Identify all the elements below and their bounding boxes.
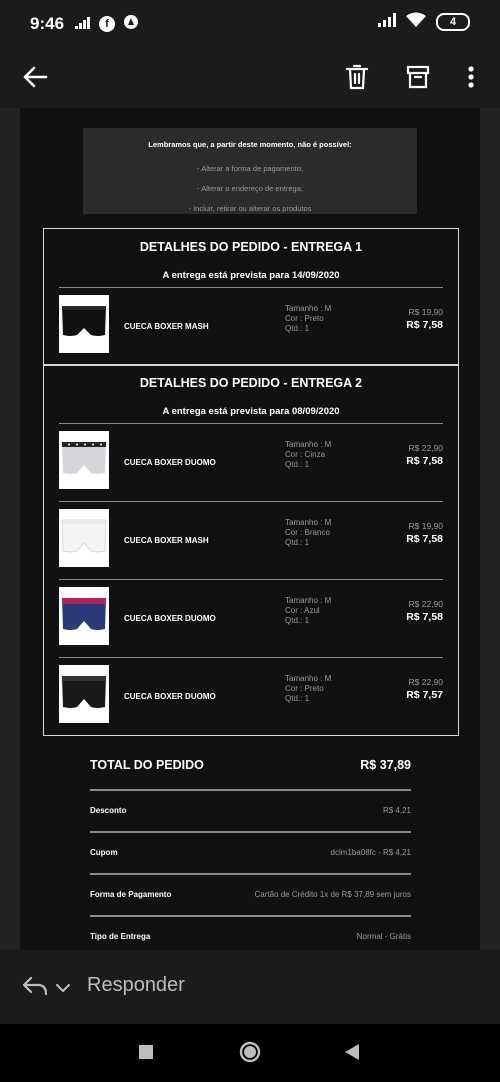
summary-label: Forma de Pagamento bbox=[90, 890, 172, 899]
item-name: CUECA BOXER DUOMO bbox=[124, 691, 216, 701]
delivery-1-box: DETALHES DO PEDIDO - ENTREGA 1 A entrega… bbox=[43, 228, 459, 366]
order-item[interactable]: CUECA BOXER MASH Tamanho : M Cor : Preto… bbox=[44, 287, 458, 365]
order-item[interactable]: CUECA BOXER DUOMO Tamanho : M Cor : Pret… bbox=[44, 657, 458, 735]
item-name: CUECA BOXER DUOMO bbox=[124, 457, 216, 467]
notice-box: Lembramos que, a partir deste momento, n… bbox=[83, 128, 417, 214]
facebook-icon: f bbox=[99, 16, 115, 32]
divider bbox=[90, 873, 411, 875]
summary-value: dclm1ba08fc - R$ 4,21 bbox=[330, 848, 412, 857]
divider bbox=[90, 915, 411, 917]
item-price: R$ 7,57 bbox=[406, 689, 443, 701]
order-total-row: TOTAL DO PEDIDO R$ 37,89 bbox=[90, 758, 411, 776]
item-name: CUECA BOXER MASH bbox=[124, 535, 209, 545]
delivery-title: DETALHES DO PEDIDO - ENTREGA 1 bbox=[139, 240, 363, 254]
item-color: Cor : Preto bbox=[285, 684, 324, 693]
item-name: CUECA BOXER MASH bbox=[124, 321, 209, 331]
item-name: CUECA BOXER DUOMO bbox=[124, 613, 216, 623]
delivery-title: DETALHES DO PEDIDO - ENTREGA 2 bbox=[139, 376, 363, 390]
product-image[interactable] bbox=[59, 431, 109, 489]
item-qty: Qtd.: 1 bbox=[285, 694, 310, 703]
item-size: Tamanho : M bbox=[285, 304, 332, 313]
item-old-price: R$ 22,90 bbox=[408, 443, 444, 453]
item-old-price: R$ 22,90 bbox=[408, 677, 444, 687]
notice-line: - Alterar o endereço de entrega; bbox=[197, 184, 303, 193]
divider bbox=[90, 831, 411, 833]
reply-bar: Responder bbox=[0, 950, 500, 1024]
summary-row-cupom: Cupom dclm1ba08fc - R$ 4,21 bbox=[90, 848, 411, 860]
item-price: R$ 7,58 bbox=[406, 611, 443, 623]
summary-row-desconto: Desconto R$ 4,21 bbox=[90, 806, 411, 818]
delivery-date: A entrega está prevista para 08/09/2020 bbox=[162, 406, 340, 417]
summary-label: Tipo de Entrega bbox=[90, 932, 151, 941]
home-icon[interactable] bbox=[239, 1041, 261, 1068]
order-item[interactable]: CUECA BOXER MASH Tamanho : M Cor : Branc… bbox=[44, 501, 458, 579]
wifi-icon bbox=[406, 12, 426, 32]
product-image[interactable] bbox=[59, 295, 109, 353]
back-arrow-icon[interactable] bbox=[14, 56, 56, 98]
email-body[interactable]: Lembramos que, a partir deste momento, n… bbox=[0, 108, 500, 950]
back-icon[interactable] bbox=[345, 1044, 359, 1065]
summary-label: Cupom bbox=[90, 848, 118, 857]
notice-line: - Incluir, retirar ou alterar os produto… bbox=[188, 204, 312, 213]
email-app-bar bbox=[0, 46, 500, 108]
item-color: Cor : Cinza bbox=[285, 450, 326, 459]
item-price: R$ 7,58 bbox=[406, 455, 443, 467]
summary-value: Normal - Grátis bbox=[356, 932, 411, 941]
status-bar: 9:46 f 4 bbox=[0, 0, 500, 46]
product-image[interactable] bbox=[59, 509, 109, 567]
more-vert-icon[interactable] bbox=[450, 56, 492, 98]
notification-app-icon bbox=[123, 14, 139, 34]
order-item[interactable]: CUECA BOXER DUOMO Tamanho : M Cor : Azul… bbox=[44, 579, 458, 657]
summary-value: Cartão de Crédito 1x de R$ 37,89 sem jur… bbox=[254, 890, 411, 899]
notice-title: Lembramos que, a partir deste momento, n… bbox=[148, 140, 352, 149]
item-old-price: R$ 19,90 bbox=[408, 307, 444, 317]
item-size: Tamanho : M bbox=[285, 674, 332, 683]
item-qty: Qtd.: 1 bbox=[285, 324, 310, 333]
item-qty: Qtd.: 1 bbox=[285, 538, 310, 547]
chevron-down-icon[interactable] bbox=[56, 980, 70, 998]
summary-label: Desconto bbox=[90, 806, 127, 815]
product-image[interactable] bbox=[59, 665, 109, 723]
delete-icon[interactable] bbox=[336, 56, 378, 98]
item-color: Cor : Preto bbox=[285, 314, 324, 323]
reply-button[interactable]: Responder bbox=[87, 974, 185, 997]
item-size: Tamanho : M bbox=[285, 440, 332, 449]
battery-icon: 4 bbox=[436, 13, 470, 31]
delivery-2-box: DETALHES DO PEDIDO - ENTREGA 2 A entrega… bbox=[43, 364, 459, 736]
order-item[interactable]: CUECA BOXER DUOMO Tamanho : M Cor : Cinz… bbox=[44, 423, 458, 501]
item-qty: Qtd.: 1 bbox=[285, 616, 310, 625]
item-price: R$ 7,58 bbox=[406, 533, 443, 545]
divider bbox=[90, 789, 411, 791]
item-size: Tamanho : M bbox=[285, 596, 332, 605]
recents-icon[interactable] bbox=[139, 1045, 153, 1064]
summary-value: R$ 4,21 bbox=[382, 806, 411, 815]
item-color: Cor : Azul bbox=[285, 606, 320, 615]
item-size: Tamanho : M bbox=[285, 518, 332, 527]
item-old-price: R$ 19,90 bbox=[408, 521, 444, 531]
item-color: Cor : Branco bbox=[285, 528, 330, 537]
order-total-value: R$ 37,89 bbox=[360, 758, 411, 772]
product-image[interactable] bbox=[59, 587, 109, 645]
notice-line: - Alterar a forma de pagamento; bbox=[197, 164, 303, 173]
item-old-price: R$ 22,90 bbox=[408, 599, 444, 609]
reply-icon[interactable] bbox=[22, 976, 48, 1001]
system-nav-bar bbox=[0, 1024, 500, 1082]
item-qty: Qtd.: 1 bbox=[285, 460, 310, 469]
status-time: 9:46 bbox=[30, 14, 65, 33]
item-price: R$ 7,58 bbox=[406, 319, 443, 331]
summary-row-pagamento: Forma de Pagamento Cartão de Crédito 1x … bbox=[90, 890, 411, 902]
archive-icon[interactable] bbox=[397, 56, 439, 98]
order-total-label: TOTAL DO PEDIDO bbox=[90, 758, 204, 772]
summary-row-entrega: Tipo de Entrega Normal - Grátis bbox=[90, 932, 411, 944]
signal-icon bbox=[378, 12, 396, 32]
deezer-icon bbox=[75, 15, 91, 33]
delivery-date: A entrega está prevista para 14/09/2020 bbox=[162, 270, 340, 281]
